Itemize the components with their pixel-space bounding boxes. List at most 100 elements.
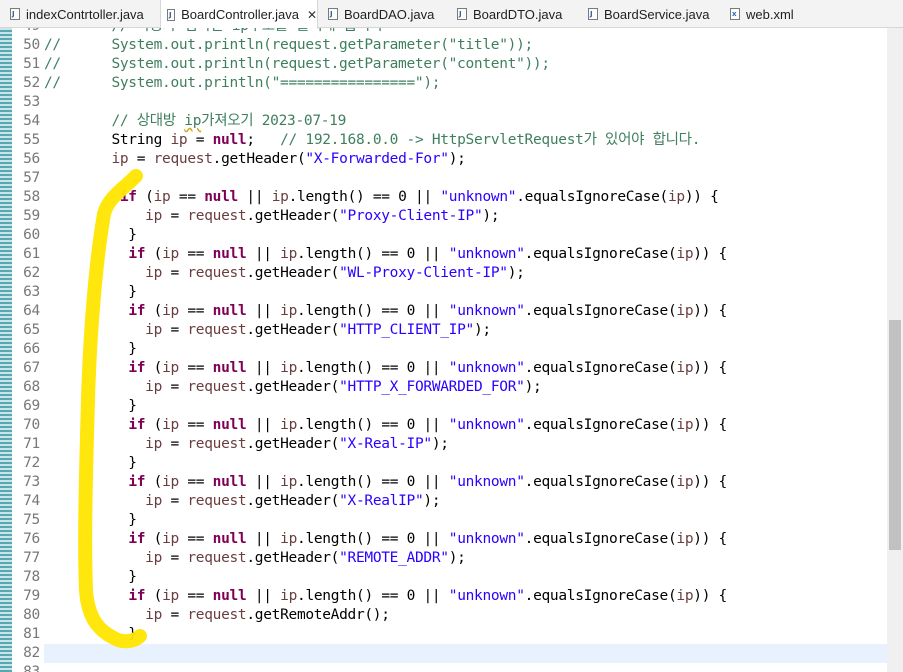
code-token: request: [187, 493, 247, 509]
code-token: null: [212, 303, 247, 319]
code-line[interactable]: if (ip == null || ip.length() == 0 || "u…: [44, 245, 887, 264]
code-line[interactable]: String ip = null; // 192.168.0.0 -> Http…: [44, 131, 887, 150]
line-number: 49: [23, 28, 40, 36]
tab-boardservice-java[interactable]: J BoardService.java: [582, 0, 722, 28]
code-token: ip: [271, 189, 289, 205]
code-token: ||: [237, 189, 272, 205]
code-token: ip: [676, 531, 694, 547]
editor-tab-bar: JindexContrtoller.java J BoardController.j…: [0, 0, 903, 29]
code-line[interactable]: [44, 169, 887, 188]
code-editor[interactable]: 4950 51 52 53 54 55 56 57 58 59 60 61 62 63 64 65 66 67 68…: [0, 28, 903, 672]
code-line[interactable]: }: [44, 454, 887, 473]
code-token: (: [145, 246, 163, 262]
code-line[interactable]: }: [44, 340, 887, 359]
code-line[interactable]: // System.out.println(request.getParamet…: [44, 55, 887, 74]
code-line[interactable]: if (ip == null || ip.length() == 0 || "u…: [44, 473, 887, 492]
code-line[interactable]: // System.out.println("================"…: [44, 74, 887, 93]
code-line[interactable]: ip = request.getHeader("HTTP_X_FORWARDED…: [44, 378, 887, 397]
code-token: =: [162, 265, 188, 281]
code-token: ip: [162, 474, 179, 490]
code-token: ||: [246, 417, 281, 433]
code-line[interactable]: if (ip == null || ip.length() == 0 || "u…: [44, 302, 887, 321]
code-line[interactable]: ip = request.getHeader("X-Forwarded-For"…: [44, 150, 887, 169]
code-token: (: [145, 360, 163, 376]
line-number: 61: [23, 246, 40, 262]
code-token: ip: [280, 303, 298, 319]
line-number: 54: [23, 113, 40, 129]
code-token: "HTTP_CLIENT_IP": [339, 322, 474, 338]
tab-boarddto-java[interactable]: J BoardDTO.java: [451, 0, 579, 28]
tab-boarddao-java[interactable]: J BoardDAO.java: [322, 0, 448, 28]
tab-web-xml[interactable]: x web.xml: [724, 0, 802, 28]
tab-boardcontroller-java[interactable]: J BoardController.java ✕: [160, 0, 318, 29]
code-line[interactable]: ip = request.getHeader("X-RealIP");: [44, 492, 887, 511]
code-token: "X-Real-IP": [339, 436, 432, 452]
vertical-scrollbar[interactable]: [887, 28, 903, 672]
code-token: ip: [676, 417, 694, 433]
code-line[interactable]: [44, 663, 887, 672]
code-line[interactable]: ip = request.getHeader("HTTP_CLIENT_IP")…: [44, 321, 887, 340]
code-token: ip: [162, 246, 179, 262]
close-tab-icon[interactable]: ✕: [307, 8, 317, 22]
code-line[interactable]: }: [44, 397, 887, 416]
code-token: ip: [667, 189, 685, 205]
code-token: "unknown": [448, 588, 525, 604]
code-line[interactable]: }: [44, 226, 887, 245]
code-token: "X-RealIP": [339, 493, 424, 509]
scrollbar-thumb[interactable]: [889, 320, 901, 550]
code-token: ip: [145, 493, 163, 509]
code-token: request: [187, 607, 247, 623]
code-token: .getHeader(: [246, 436, 340, 452]
code-line[interactable]: // 상대방 ip가져오기 2023-07-19: [44, 112, 887, 131]
line-number: 57: [23, 170, 40, 186]
code-line[interactable]: if (ip == null || ip.length() == 0 || "u…: [44, 416, 887, 435]
code-line[interactable]: ip = request.getHeader("X-Real-IP");: [44, 435, 887, 454]
code-line[interactable]: if (ip == null || ip.length() == 0 || "u…: [44, 188, 887, 207]
line-number: 71: [23, 436, 40, 452]
code-token: ||: [246, 474, 281, 490]
code-token: =: [162, 550, 188, 566]
code-line[interactable]: ip = request.getHeader("WL-Proxy-Client-…: [44, 264, 887, 283]
code-area[interactable]: // 사용자 접속한 ip주소를 출력해 봅시다 // System.out.pr…: [44, 28, 887, 672]
code-token: "WL-Proxy-Client-IP": [339, 265, 508, 281]
code-line[interactable]: ip = request.getRemoteAddr();: [44, 606, 887, 625]
code-token: }: [44, 227, 137, 243]
code-token: "unknown": [448, 360, 525, 376]
line-number: 60: [23, 227, 40, 243]
code-line[interactable]: }: [44, 283, 887, 302]
code-line[interactable]: if (ip == null || ip.length() == 0 || "u…: [44, 587, 887, 606]
code-token: ip: [676, 474, 694, 490]
tab-indexcontrtoller-java[interactable]: JindexContrtoller.java: [4, 0, 154, 28]
code-token: );: [448, 151, 466, 167]
code-token: .getHeader(: [246, 265, 340, 281]
code-token: request: [187, 208, 247, 224]
code-line[interactable]: [44, 93, 887, 112]
code-token: =: [162, 607, 188, 623]
code-token: ip: [162, 588, 179, 604]
code-line[interactable]: }: [44, 568, 887, 587]
code-token: null: [212, 417, 247, 433]
code-line[interactable]: [44, 644, 887, 663]
code-token: )) {: [693, 303, 727, 319]
code-line[interactable]: if (ip == null || ip.length() == 0 || "u…: [44, 530, 887, 549]
code-line[interactable]: if (ip == null || ip.length() == 0 || "u…: [44, 359, 887, 378]
code-token: .getHeader(: [212, 151, 306, 167]
code-token: "unknown": [448, 246, 525, 262]
code-token: )) {: [693, 588, 727, 604]
code-token: .equalsIgnoreCase(: [524, 531, 677, 547]
code-token: .length() == 0 ||: [297, 303, 449, 319]
code-line[interactable]: // 사용자 접속한 ip주소를 출력해 봅시다: [44, 28, 887, 36]
code-token: .equalsIgnoreCase(: [516, 189, 668, 205]
code-token: .length() == 0 ||: [297, 531, 449, 547]
code-line[interactable]: // System.out.println(request.getParamet…: [44, 36, 887, 55]
code-line[interactable]: }: [44, 511, 887, 530]
code-token: =: [162, 379, 188, 395]
code-line[interactable]: }: [44, 625, 887, 644]
code-token: "unknown": [448, 531, 525, 547]
code-line[interactable]: ip = request.getHeader("REMOTE_ADDR");: [44, 549, 887, 568]
code-token: ip: [280, 417, 298, 433]
code-token: // System.out.println("================"…: [44, 75, 441, 91]
code-line[interactable]: ip = request.getHeader("Proxy-Client-IP"…: [44, 207, 887, 226]
